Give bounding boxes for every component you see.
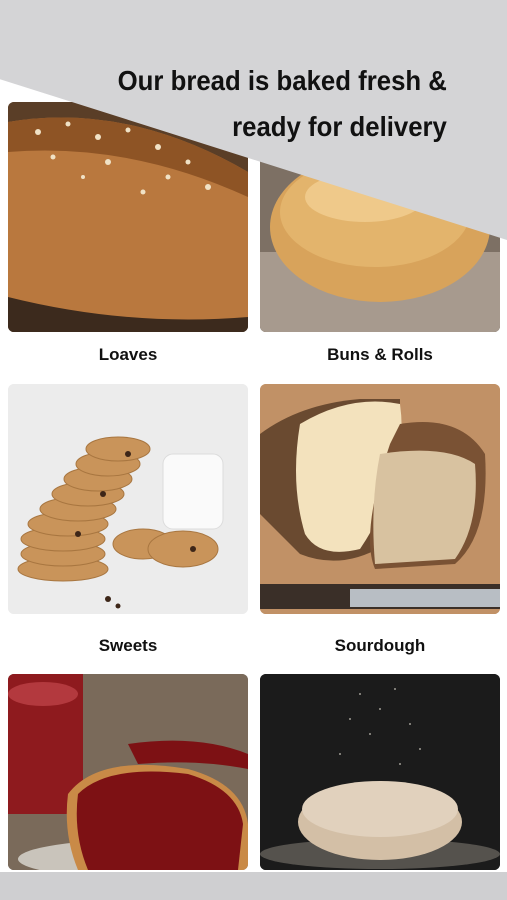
jam-toast-image bbox=[8, 674, 248, 870]
flour-dough-image bbox=[260, 674, 500, 870]
bottom-bar bbox=[0, 872, 507, 900]
page-headline: Our bread is baked fresh & ready for del… bbox=[118, 58, 447, 150]
category-label-buns-rolls[interactable]: Buns & Rolls bbox=[260, 345, 500, 365]
category-label-sweets[interactable]: Sweets bbox=[8, 636, 248, 656]
category-label-sourdough[interactable]: Sourdough bbox=[260, 636, 500, 656]
sweets-image bbox=[8, 384, 248, 614]
category-label-loaves[interactable]: Loaves bbox=[8, 345, 248, 365]
category-sourdough-tile[interactable] bbox=[260, 384, 500, 614]
sourdough-image bbox=[260, 384, 500, 614]
headline-line-1: Our bread is baked fresh & bbox=[117, 65, 447, 96]
category-jam-tile[interactable] bbox=[8, 674, 248, 870]
category-sweets-tile[interactable] bbox=[8, 384, 248, 614]
headline-line-2: ready for delivery bbox=[232, 111, 447, 142]
category-flour-tile[interactable] bbox=[260, 674, 500, 870]
